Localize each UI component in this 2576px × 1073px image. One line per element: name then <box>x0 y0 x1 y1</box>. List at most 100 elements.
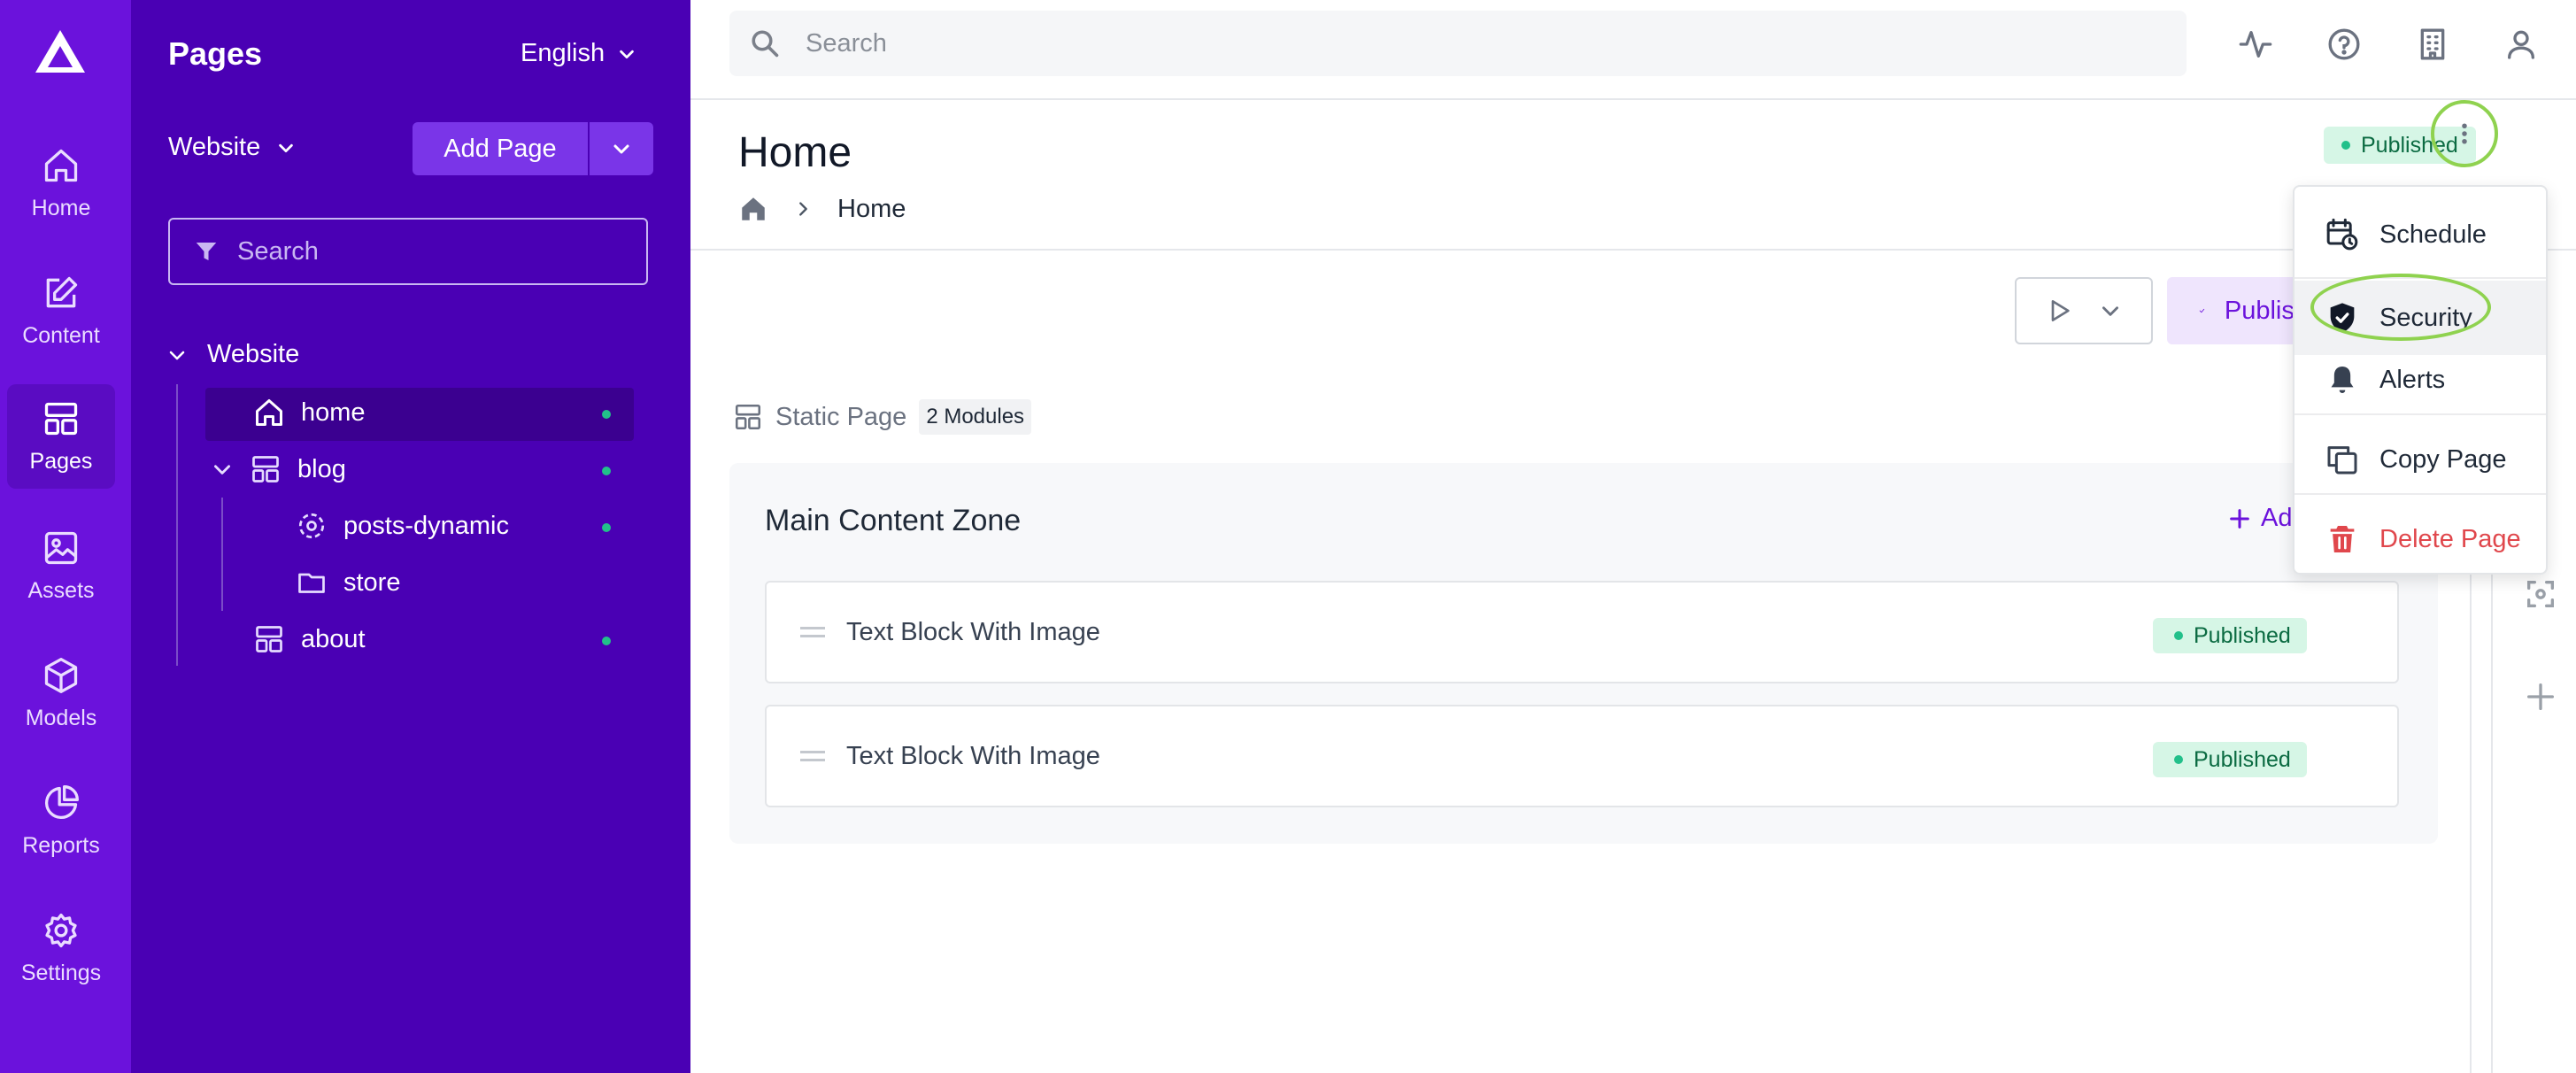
published-dot <box>602 637 611 645</box>
top-bar: Search <box>690 0 2576 100</box>
menu-item-copy-page[interactable]: Copy Page <box>2294 422 2546 497</box>
drag-handle-icon[interactable] <box>800 751 825 761</box>
search-placeholder: Search <box>806 28 887 58</box>
more-options-button[interactable] <box>2431 100 2498 167</box>
breadcrumb: Home <box>738 194 906 224</box>
tree-root-website[interactable]: Website <box>166 340 299 369</box>
help-icon[interactable] <box>2326 27 2362 62</box>
filter-icon <box>196 243 217 260</box>
pie-chart-icon <box>44 784 79 819</box>
menu-item-delete-page[interactable]: Delete Page <box>2294 502 2546 576</box>
folder-icon <box>298 573 325 593</box>
copy-icon <box>2327 446 2357 475</box>
app-logo-icon[interactable] <box>32 27 89 76</box>
tree-node-label: posts-dynamic <box>343 511 509 540</box>
nav-pages[interactable]: Pages <box>7 384 115 489</box>
page-type-label: Static Page <box>775 402 907 431</box>
status-dot <box>2174 755 2183 764</box>
layout-icon <box>44 402 78 435</box>
home-icon <box>44 149 78 181</box>
nav-assets[interactable]: Assets <box>7 513 115 618</box>
page-filter-input[interactable]: Search <box>168 218 648 285</box>
module-item[interactable]: Text Block With Image Published <box>765 581 2399 683</box>
language-label: English <box>521 39 605 67</box>
plus-icon[interactable] <box>2523 679 2558 714</box>
home-icon <box>256 399 282 426</box>
bell-icon <box>2331 367 2354 393</box>
user-icon[interactable] <box>2503 27 2539 62</box>
published-dot <box>602 410 611 419</box>
language-selector[interactable]: English <box>521 39 636 68</box>
check-icon <box>2199 308 2205 313</box>
tree-node-label: home <box>301 398 366 427</box>
tree-node-label: blog <box>297 454 346 483</box>
nav-label: Reports <box>22 832 100 858</box>
content-zone: Main Content Zone Add Text Block With Im… <box>729 463 2438 844</box>
image-icon <box>44 531 78 564</box>
add-page-button[interactable]: Add Page <box>413 122 588 175</box>
tree-node-about[interactable]: about <box>253 623 366 655</box>
nav-label: Pages <box>29 448 93 474</box>
module-item[interactable]: Text Block With Image Published <box>765 705 2399 807</box>
preview-button[interactable] <box>2015 277 2153 344</box>
drag-handle-icon[interactable] <box>800 627 825 637</box>
page-options-menu: Schedule Security Alerts Copy Page Delet… <box>2293 185 2548 575</box>
nav-models[interactable]: Models <box>7 641 115 745</box>
edit-icon <box>46 276 78 307</box>
layout-icon <box>256 626 282 652</box>
tree-node-label: about <box>301 624 366 653</box>
chevron-down-icon <box>620 50 634 58</box>
module-status-badge: Published <box>2153 742 2307 777</box>
nav-label: Models <box>25 705 97 730</box>
plus-icon <box>2230 508 2249 529</box>
more-vertical-icon <box>2462 123 2467 144</box>
tree-node-home[interactable]: home <box>253 397 366 428</box>
building-icon[interactable] <box>2415 27 2450 62</box>
panel-title: Pages <box>168 35 263 72</box>
menu-item-label: Schedule <box>2379 220 2487 249</box>
nav-label: Assets <box>27 577 95 603</box>
tree-root-label: Website <box>207 340 300 368</box>
nav-label: Content <box>22 322 100 348</box>
trash-icon <box>2330 526 2355 552</box>
module-status-badge: Published <box>2153 618 2307 653</box>
home-icon[interactable] <box>738 194 768 224</box>
status-text: Published <box>2194 622 2291 648</box>
site-selector[interactable]: Website <box>168 133 296 162</box>
tree-node-blog[interactable]: blog <box>211 453 346 485</box>
status-text: Published <box>2194 746 2291 772</box>
tree-node-store[interactable]: store <box>296 567 400 598</box>
gear-icon <box>45 913 77 947</box>
focus-frame-icon[interactable] <box>2523 576 2558 612</box>
cube-icon <box>44 657 78 693</box>
publish-button[interactable]: Publish <box>2167 277 2309 344</box>
status-dot <box>2174 631 2183 640</box>
chevron-down-icon <box>2102 306 2118 316</box>
nav-content[interactable]: Content <box>7 259 115 363</box>
global-search-input[interactable]: Search <box>729 11 2187 76</box>
add-page-split-button: Add Page <box>413 122 653 175</box>
menu-divider <box>2294 493 2546 495</box>
nav-settings[interactable]: Settings <box>7 896 115 1000</box>
filter-placeholder: Search <box>237 236 319 266</box>
published-dot <box>602 523 611 532</box>
play-icon <box>2051 300 2070 321</box>
search-icon <box>752 30 779 58</box>
tree-node-label: store <box>343 567 401 597</box>
dynamic-page-icon <box>298 513 325 539</box>
page-content-area: Publish Static Page 2 Modules Main Conte… <box>690 251 2461 1073</box>
chevron-right-icon <box>799 202 807 216</box>
nav-home[interactable]: Home <box>7 131 115 235</box>
menu-item-schedule[interactable]: Schedule <box>2294 197 2546 272</box>
activity-icon[interactable] <box>2238 27 2273 62</box>
nav-reports[interactable]: Reports <box>7 768 115 873</box>
nav-label: Settings <box>20 960 102 985</box>
page-tree-panel: Pages English Website Add Page Search We… <box>131 0 690 1073</box>
menu-item-alerts[interactable]: Alerts <box>2294 343 2546 417</box>
zone-title: Main Content Zone <box>765 504 1022 537</box>
nav-label: Home <box>31 195 91 220</box>
tree-node-posts-dynamic[interactable]: posts-dynamic <box>296 510 509 542</box>
menu-divider <box>2294 413 2546 415</box>
add-page-options-button[interactable] <box>588 122 653 175</box>
status-dot <box>2341 141 2350 150</box>
